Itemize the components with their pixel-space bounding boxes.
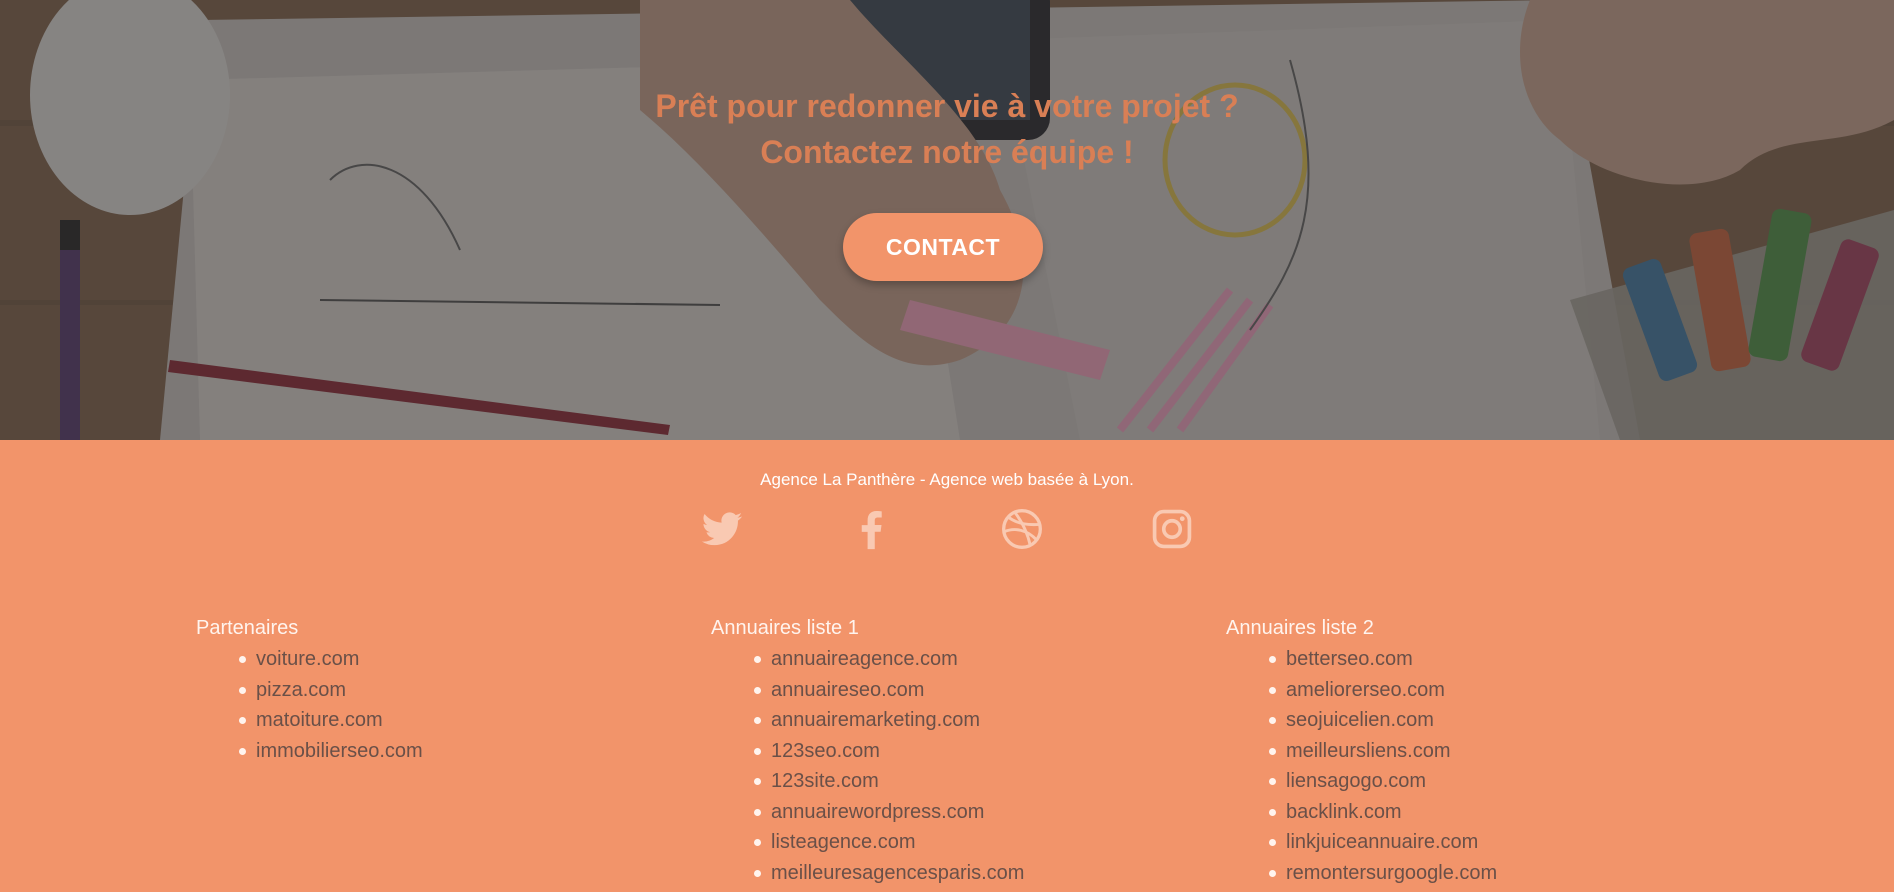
footer-link[interactable]: pizza.com: [256, 679, 346, 701]
footer-link[interactable]: 123seo.com: [771, 740, 880, 762]
list-item: pizza.com: [239, 675, 676, 706]
list-item: annuaireagence.com: [754, 644, 1191, 675]
list-item: annuairewordpress.com: [754, 797, 1191, 828]
link-list: voiture.com pizza.com matoiture.com immo…: [196, 644, 676, 766]
instagram-icon[interactable]: [1150, 507, 1194, 551]
footer-link[interactable]: 123site.com: [771, 770, 879, 792]
dribbble-icon-glyph: [1002, 509, 1042, 549]
column-title: Annuaires liste 1: [711, 617, 859, 639]
list-item: betterseo.com: [1269, 644, 1706, 675]
hero-title: Prêt pour redonner vie à votre projet ? …: [0, 83, 1894, 175]
footer-column-partenaires: Partenaires voiture.com pizza.com matoit…: [196, 616, 676, 766]
hero-title-line-1: Prêt pour redonner vie à votre projet ?: [655, 87, 1239, 124]
footer-link[interactable]: betterseo.com: [1286, 648, 1413, 670]
link-list: betterseo.com ameliorerseo.com seojuicel…: [1226, 644, 1706, 888]
list-item: 123site.com: [754, 766, 1191, 797]
footer-link[interactable]: backlink.com: [1286, 801, 1402, 823]
list-item: voiture.com: [239, 644, 676, 675]
footer-link[interactable]: annuaireagence.com: [771, 648, 958, 670]
hero-title-line-2: Contactez notre équipe !: [760, 133, 1134, 170]
list-item: annuaireseo.com: [754, 675, 1191, 706]
footer-link[interactable]: voiture.com: [256, 648, 359, 670]
list-item: meilleuresagencesparis.com: [754, 858, 1191, 889]
footer-link[interactable]: meilleursliens.com: [1286, 740, 1451, 762]
footer-column-annuaires-2: Annuaires liste 2 betterseo.com ameliore…: [1226, 616, 1706, 888]
footer-link[interactable]: ameliorerseo.com: [1286, 679, 1445, 701]
dribbble-icon[interactable]: [1000, 507, 1044, 551]
column-title: Annuaires liste 2: [1226, 617, 1374, 639]
footer: Agence La Panthère - Agence web basée à …: [0, 440, 1894, 892]
list-item: 123seo.com: [754, 736, 1191, 767]
list-item: matoiture.com: [239, 705, 676, 736]
footer-link[interactable]: seojuicelien.com: [1286, 709, 1434, 731]
list-item: liensagogo.com: [1269, 766, 1706, 797]
instagram-icon-glyph: [1152, 509, 1192, 549]
list-item: immobilierseo.com: [239, 736, 676, 767]
footer-link[interactable]: liensagogo.com: [1286, 770, 1426, 792]
hero-section: Prêt pour redonner vie à votre projet ? …: [0, 0, 1894, 440]
contact-button[interactable]: CONTACT: [843, 213, 1043, 281]
footer-link[interactable]: remontersurgoogle.com: [1286, 862, 1497, 884]
footer-tagline: Agence La Panthère - Agence web basée à …: [760, 470, 1134, 489]
list-item: backlink.com: [1269, 797, 1706, 828]
footer-link[interactable]: annuairemarketing.com: [771, 709, 980, 731]
list-item: listeagence.com: [754, 827, 1191, 858]
list-item: meilleursliens.com: [1269, 736, 1706, 767]
footer-link[interactable]: meilleuresagencesparis.com: [771, 862, 1024, 884]
list-item: linkjuiceannuaire.com: [1269, 827, 1706, 858]
list-item: remontersurgoogle.com: [1269, 858, 1706, 889]
footer-link[interactable]: annuaireseo.com: [771, 679, 924, 701]
facebook-icon[interactable]: [850, 507, 894, 551]
list-item: ameliorerseo.com: [1269, 675, 1706, 706]
twitter-icon[interactable]: [700, 507, 744, 551]
footer-link[interactable]: annuairewordpress.com: [771, 801, 984, 823]
footer-link[interactable]: immobilierseo.com: [256, 740, 423, 762]
footer-column-annuaires-1: Annuaires liste 1 annuaireagence.com ann…: [711, 616, 1191, 888]
link-list: annuaireagence.com annuaireseo.com annua…: [711, 644, 1191, 888]
facebook-icon-glyph: [861, 511, 882, 550]
twitter-icon-glyph: [701, 512, 743, 546]
footer-link[interactable]: linkjuiceannuaire.com: [1286, 831, 1478, 853]
footer-link[interactable]: matoiture.com: [256, 709, 383, 731]
list-item: seojuicelien.com: [1269, 705, 1706, 736]
list-item: annuairemarketing.com: [754, 705, 1191, 736]
column-title: Partenaires: [196, 617, 299, 639]
footer-link[interactable]: listeagence.com: [771, 831, 916, 853]
